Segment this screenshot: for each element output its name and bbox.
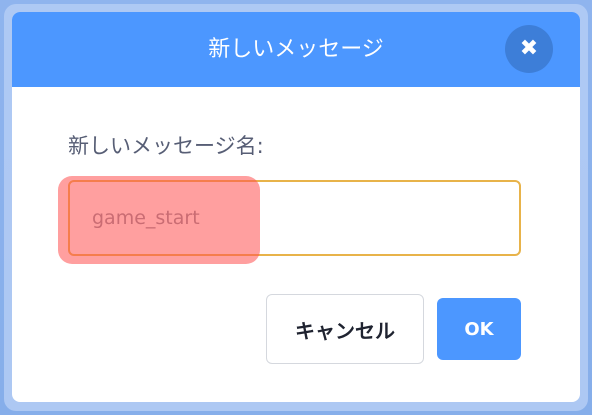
dialog-title: 新しいメッセージ bbox=[208, 37, 384, 62]
new-message-dialog: 新しいメッセージ ✖ 新しいメッセージ名: キャンセル OK bbox=[12, 12, 580, 402]
cancel-button[interactable]: キャンセル bbox=[266, 294, 424, 364]
message-name-input[interactable] bbox=[68, 180, 521, 256]
message-name-label: 新しいメッセージ名: bbox=[68, 134, 264, 158]
close-icon: ✖ bbox=[519, 36, 539, 61]
dialog-header: 新しいメッセージ ✖ bbox=[12, 12, 580, 87]
ok-button[interactable]: OK bbox=[437, 298, 521, 360]
close-button[interactable]: ✖ bbox=[505, 25, 553, 73]
